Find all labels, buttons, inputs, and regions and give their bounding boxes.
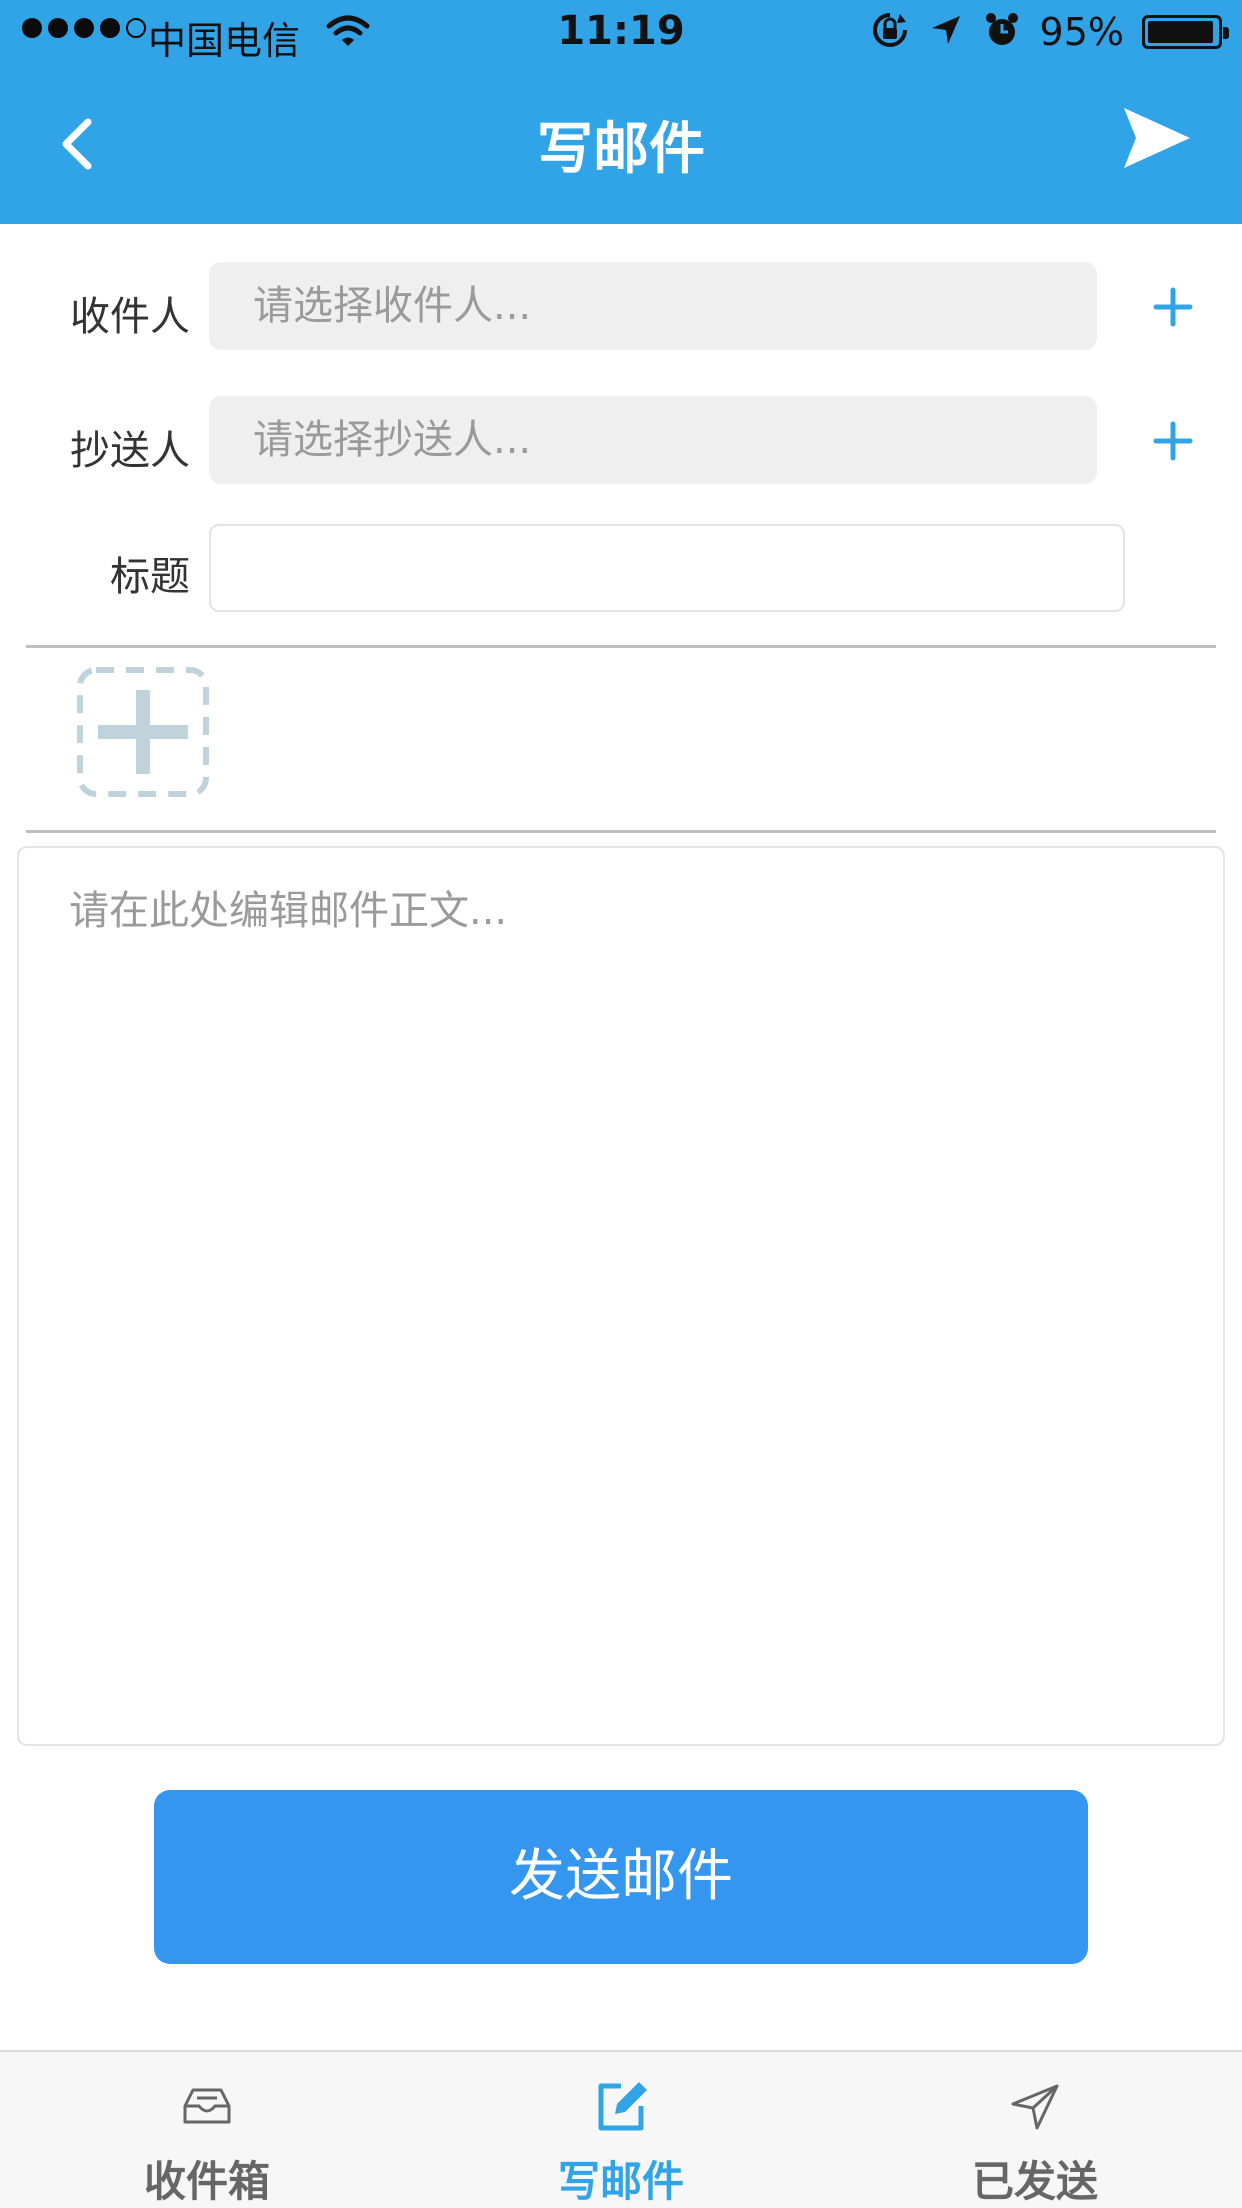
subject-input[interactable] xyxy=(209,524,1125,612)
add-recipient-button[interactable] xyxy=(1148,282,1198,332)
tab-bar: 收件箱 写邮件 已发送 xyxy=(0,2050,1242,2208)
recipient-field[interactable]: 请选择收件人... xyxy=(209,262,1097,350)
plus-icon xyxy=(1153,421,1193,461)
tab-compose[interactable]: 写邮件 xyxy=(414,2052,828,2208)
add-cc-button[interactable] xyxy=(1148,416,1198,466)
paper-plane-icon xyxy=(1124,108,1190,168)
inbox-icon xyxy=(183,2088,231,2124)
tab-label: 已发送 xyxy=(971,2157,1098,2206)
tab-inbox[interactable]: 收件箱 xyxy=(0,2052,414,2208)
recipient-label: 收件人 xyxy=(70,294,190,340)
subject-label: 标题 xyxy=(110,554,190,600)
status-bar: 中国电信 11:19 95% xyxy=(0,0,1242,64)
battery-icon xyxy=(1142,15,1229,49)
send-icon-button[interactable] xyxy=(1122,106,1192,170)
divider xyxy=(26,645,1216,648)
cc-row: 抄送人 请选择抄送人... xyxy=(0,396,1242,488)
divider xyxy=(26,830,1216,833)
mail-body-textarea[interactable]: 请在此处编辑邮件正文... xyxy=(17,846,1225,1746)
subject-row: 标题 xyxy=(0,524,1242,614)
sent-icon xyxy=(1011,2084,1059,2130)
page-title: 写邮件 xyxy=(537,117,705,182)
navigation-bar: 写邮件 xyxy=(0,64,1242,224)
add-attachment-icon xyxy=(77,667,209,797)
add-attachment-button[interactable] xyxy=(76,666,210,798)
send-mail-button[interactable]: 发送邮件 xyxy=(154,1790,1088,1964)
cc-label: 抄送人 xyxy=(70,428,190,474)
tab-sent[interactable]: 已发送 xyxy=(828,2052,1242,2208)
plus-icon xyxy=(1153,287,1193,327)
battery-level-fill xyxy=(1148,21,1213,43)
app-header: 中国电信 11:19 95% 写邮件 xyxy=(0,0,1242,224)
recipient-row: 收件人 请选择收件人... xyxy=(0,262,1242,354)
cc-field[interactable]: 请选择抄送人... xyxy=(209,396,1097,484)
tab-label: 收件箱 xyxy=(143,2157,270,2206)
alarm-icon xyxy=(982,10,1022,54)
tab-label: 写邮件 xyxy=(557,2157,684,2206)
rotation-lock-icon xyxy=(870,10,910,54)
compose-icon xyxy=(598,2082,647,2131)
location-arrow-icon xyxy=(928,12,964,52)
battery-percentage: 95% xyxy=(1039,10,1124,54)
mail-body-placeholder: 请在此处编辑邮件正文... xyxy=(69,888,508,934)
